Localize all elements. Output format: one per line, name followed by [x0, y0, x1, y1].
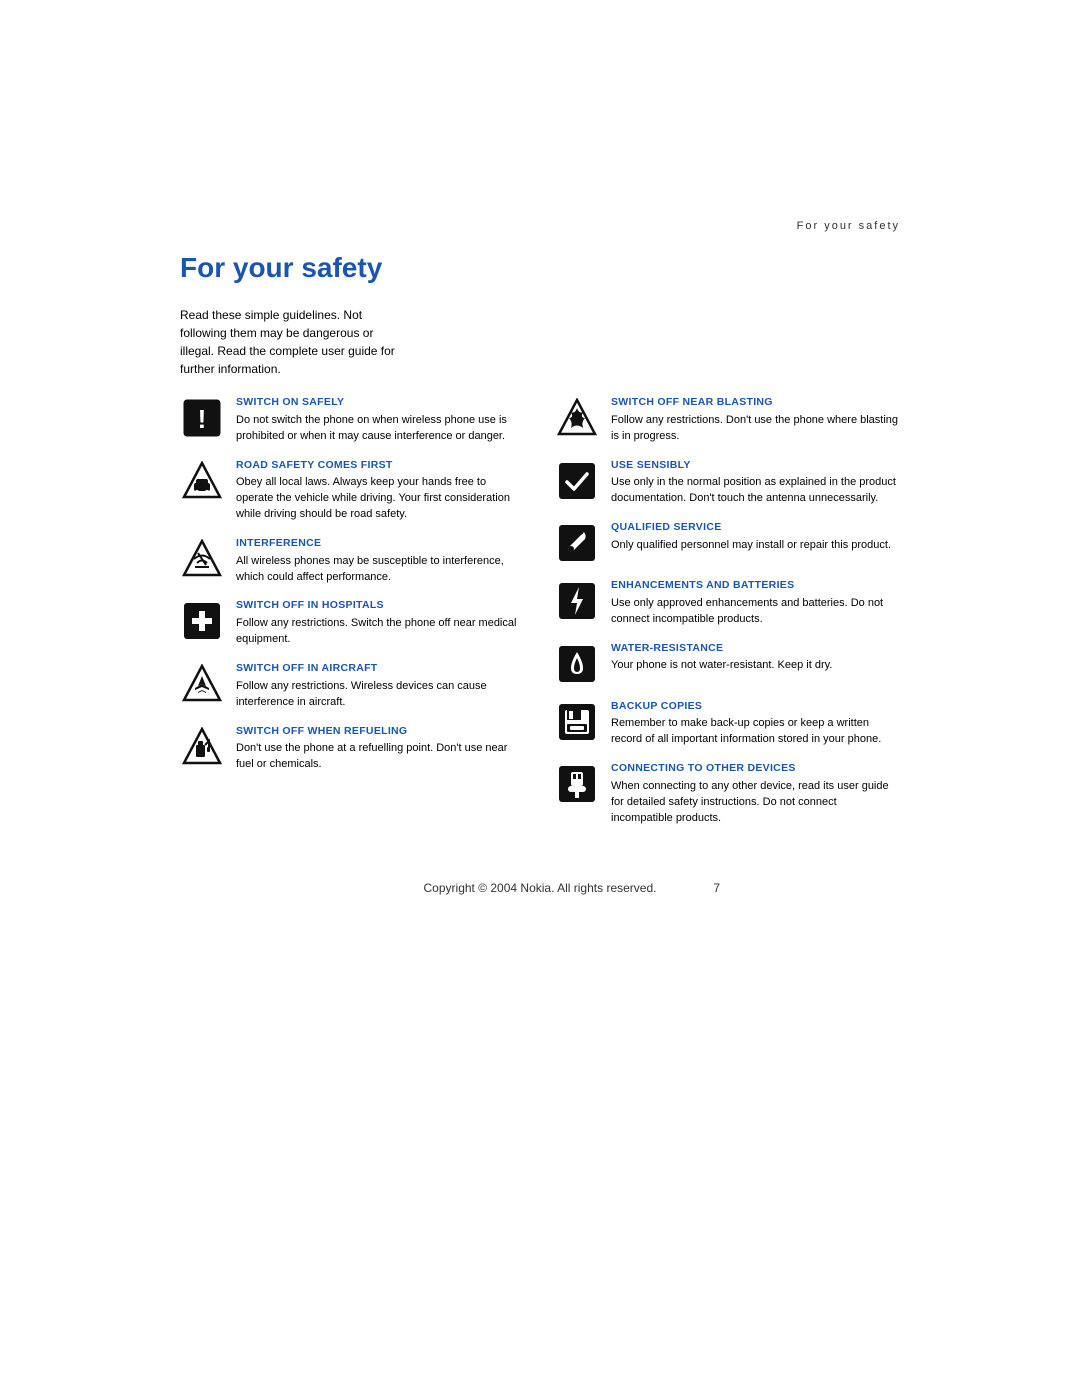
- list-item: ROAD SAFETY COMES FIRST Obey all local l…: [180, 459, 525, 523]
- item-title: INTERFERENCE: [236, 537, 525, 551]
- item-body: Obey all local laws. Always keep your ha…: [236, 475, 525, 523]
- header-label: For your safety: [797, 220, 900, 232]
- interference-icon: [180, 537, 224, 581]
- copyright-text: Copyright © 2004 Nokia. All rights reser…: [424, 881, 657, 895]
- switch-on-safely-icon: !: [180, 396, 224, 440]
- list-item: SWITCH OFF NEAR BLASTING Follow any rest…: [555, 396, 900, 445]
- item-title: SWITCH OFF IN AIRCRAFT: [236, 662, 525, 676]
- use-sensibly-text: USE SENSIBLY Use only in the normal posi…: [611, 459, 900, 508]
- item-body: Follow any restrictions. Wireless device…: [236, 679, 525, 711]
- item-title: WATER-RESISTANCE: [611, 642, 900, 656]
- list-item: SWITCH OFF WHEN REFUELING Don't use the …: [180, 725, 525, 774]
- list-item: BACKUP COPIES Remember to make back-up c…: [555, 700, 900, 749]
- list-item: INTERFERENCE All wireless phones may be …: [180, 537, 525, 586]
- item-body: Don't use the phone at a refuelling poin…: [236, 741, 525, 773]
- item-body: Remember to make back-up copies or keep …: [611, 716, 900, 748]
- item-title: ROAD SAFETY COMES FIRST: [236, 459, 525, 473]
- item-title: SWITCH ON SAFELY: [236, 396, 525, 410]
- item-title: QUALIFIED SERVICE: [611, 521, 900, 535]
- list-item: WATER-RESISTANCE Your phone is not water…: [555, 642, 900, 686]
- hospitals-text: SWITCH OFF IN HOSPITALS Follow any restr…: [236, 599, 525, 648]
- qualified-service-text: QUALIFIED SERVICE Only qualified personn…: [611, 521, 900, 554]
- item-body: Only qualified personnel may install or …: [611, 538, 900, 554]
- interference-text: INTERFERENCE All wireless phones may be …: [236, 537, 525, 586]
- connecting-devices-icon: [555, 762, 599, 806]
- item-title: CONNECTING TO OTHER DEVICES: [611, 762, 900, 776]
- item-title: SWITCH OFF WHEN REFUELING: [236, 725, 525, 739]
- connecting-devices-text: CONNECTING TO OTHER DEVICES When connect…: [611, 762, 900, 826]
- list-item: ENHANCEMENTS AND BATTERIES Use only appr…: [555, 579, 900, 628]
- refueling-icon: [180, 725, 224, 769]
- batteries-icon: [555, 579, 599, 623]
- list-item: ! SWITCH ON SAFELY Do not switch the pho…: [180, 396, 525, 445]
- refueling-text: SWITCH OFF WHEN REFUELING Don't use the …: [236, 725, 525, 774]
- main-content: For your safety Read these simple guidel…: [0, 232, 1080, 915]
- list-item: SWITCH OFF IN HOSPITALS Follow any restr…: [180, 599, 525, 648]
- item-body: Use only in the normal position as expla…: [611, 475, 900, 507]
- item-body: All wireless phones may be susceptible t…: [236, 554, 525, 586]
- batteries-text: ENHANCEMENTS AND BATTERIES Use only appr…: [611, 579, 900, 628]
- hospitals-icon: [180, 599, 224, 643]
- item-body: Your phone is not water-resistant. Keep …: [611, 658, 900, 674]
- svg-text:!: !: [198, 404, 207, 434]
- item-body: Follow any restrictions. Don't use the p…: [611, 413, 900, 445]
- two-columns-layout: ! SWITCH ON SAFELY Do not switch the pho…: [180, 396, 900, 841]
- qualified-service-icon: [555, 521, 599, 565]
- right-column: SWITCH OFF NEAR BLASTING Follow any rest…: [555, 396, 900, 841]
- switch-on-safely-text: SWITCH ON SAFELY Do not switch the phone…: [236, 396, 525, 445]
- page-container: For your safety For your safety Read the…: [0, 0, 1080, 1397]
- backup-copies-text: BACKUP COPIES Remember to make back-up c…: [611, 700, 900, 749]
- item-title: ENHANCEMENTS AND BATTERIES: [611, 579, 900, 593]
- road-safety-text: ROAD SAFETY COMES FIRST Obey all local l…: [236, 459, 525, 523]
- blasting-text: SWITCH OFF NEAR BLASTING Follow any rest…: [611, 396, 900, 445]
- item-body: Use only approved enhancements and batte…: [611, 596, 900, 628]
- list-item: QUALIFIED SERVICE Only qualified personn…: [555, 521, 900, 565]
- left-column: ! SWITCH ON SAFELY Do not switch the pho…: [180, 396, 525, 841]
- intro-text: Read these simple guidelines. Not follow…: [180, 306, 410, 378]
- page-header: For your safety: [0, 0, 1080, 232]
- page-footer: Copyright © 2004 Nokia. All rights reser…: [180, 841, 900, 915]
- item-title: USE SENSIBLY: [611, 459, 900, 473]
- list-item: SWITCH OFF IN AIRCRAFT Follow any restri…: [180, 662, 525, 711]
- page-title: For your safety: [180, 252, 900, 284]
- blasting-icon: [555, 396, 599, 440]
- water-resistance-text: WATER-RESISTANCE Your phone is not water…: [611, 642, 900, 675]
- water-resistance-icon: [555, 642, 599, 686]
- item-body: Follow any restrictions. Switch the phon…: [236, 616, 525, 648]
- aircraft-text: SWITCH OFF IN AIRCRAFT Follow any restri…: [236, 662, 525, 711]
- aircraft-icon: [180, 662, 224, 706]
- item-title: SWITCH OFF IN HOSPITALS: [236, 599, 525, 613]
- item-body: When connecting to any other device, rea…: [611, 779, 900, 827]
- item-title: SWITCH OFF NEAR BLASTING: [611, 396, 900, 410]
- item-title: BACKUP COPIES: [611, 700, 900, 714]
- item-body: Do not switch the phone on when wireless…: [236, 413, 525, 445]
- road-safety-icon: [180, 459, 224, 503]
- list-item: USE SENSIBLY Use only in the normal posi…: [555, 459, 900, 508]
- list-item: CONNECTING TO OTHER DEVICES When connect…: [555, 762, 900, 826]
- backup-copies-icon: [555, 700, 599, 744]
- page-number: 7: [713, 881, 720, 895]
- use-sensibly-icon: [555, 459, 599, 503]
